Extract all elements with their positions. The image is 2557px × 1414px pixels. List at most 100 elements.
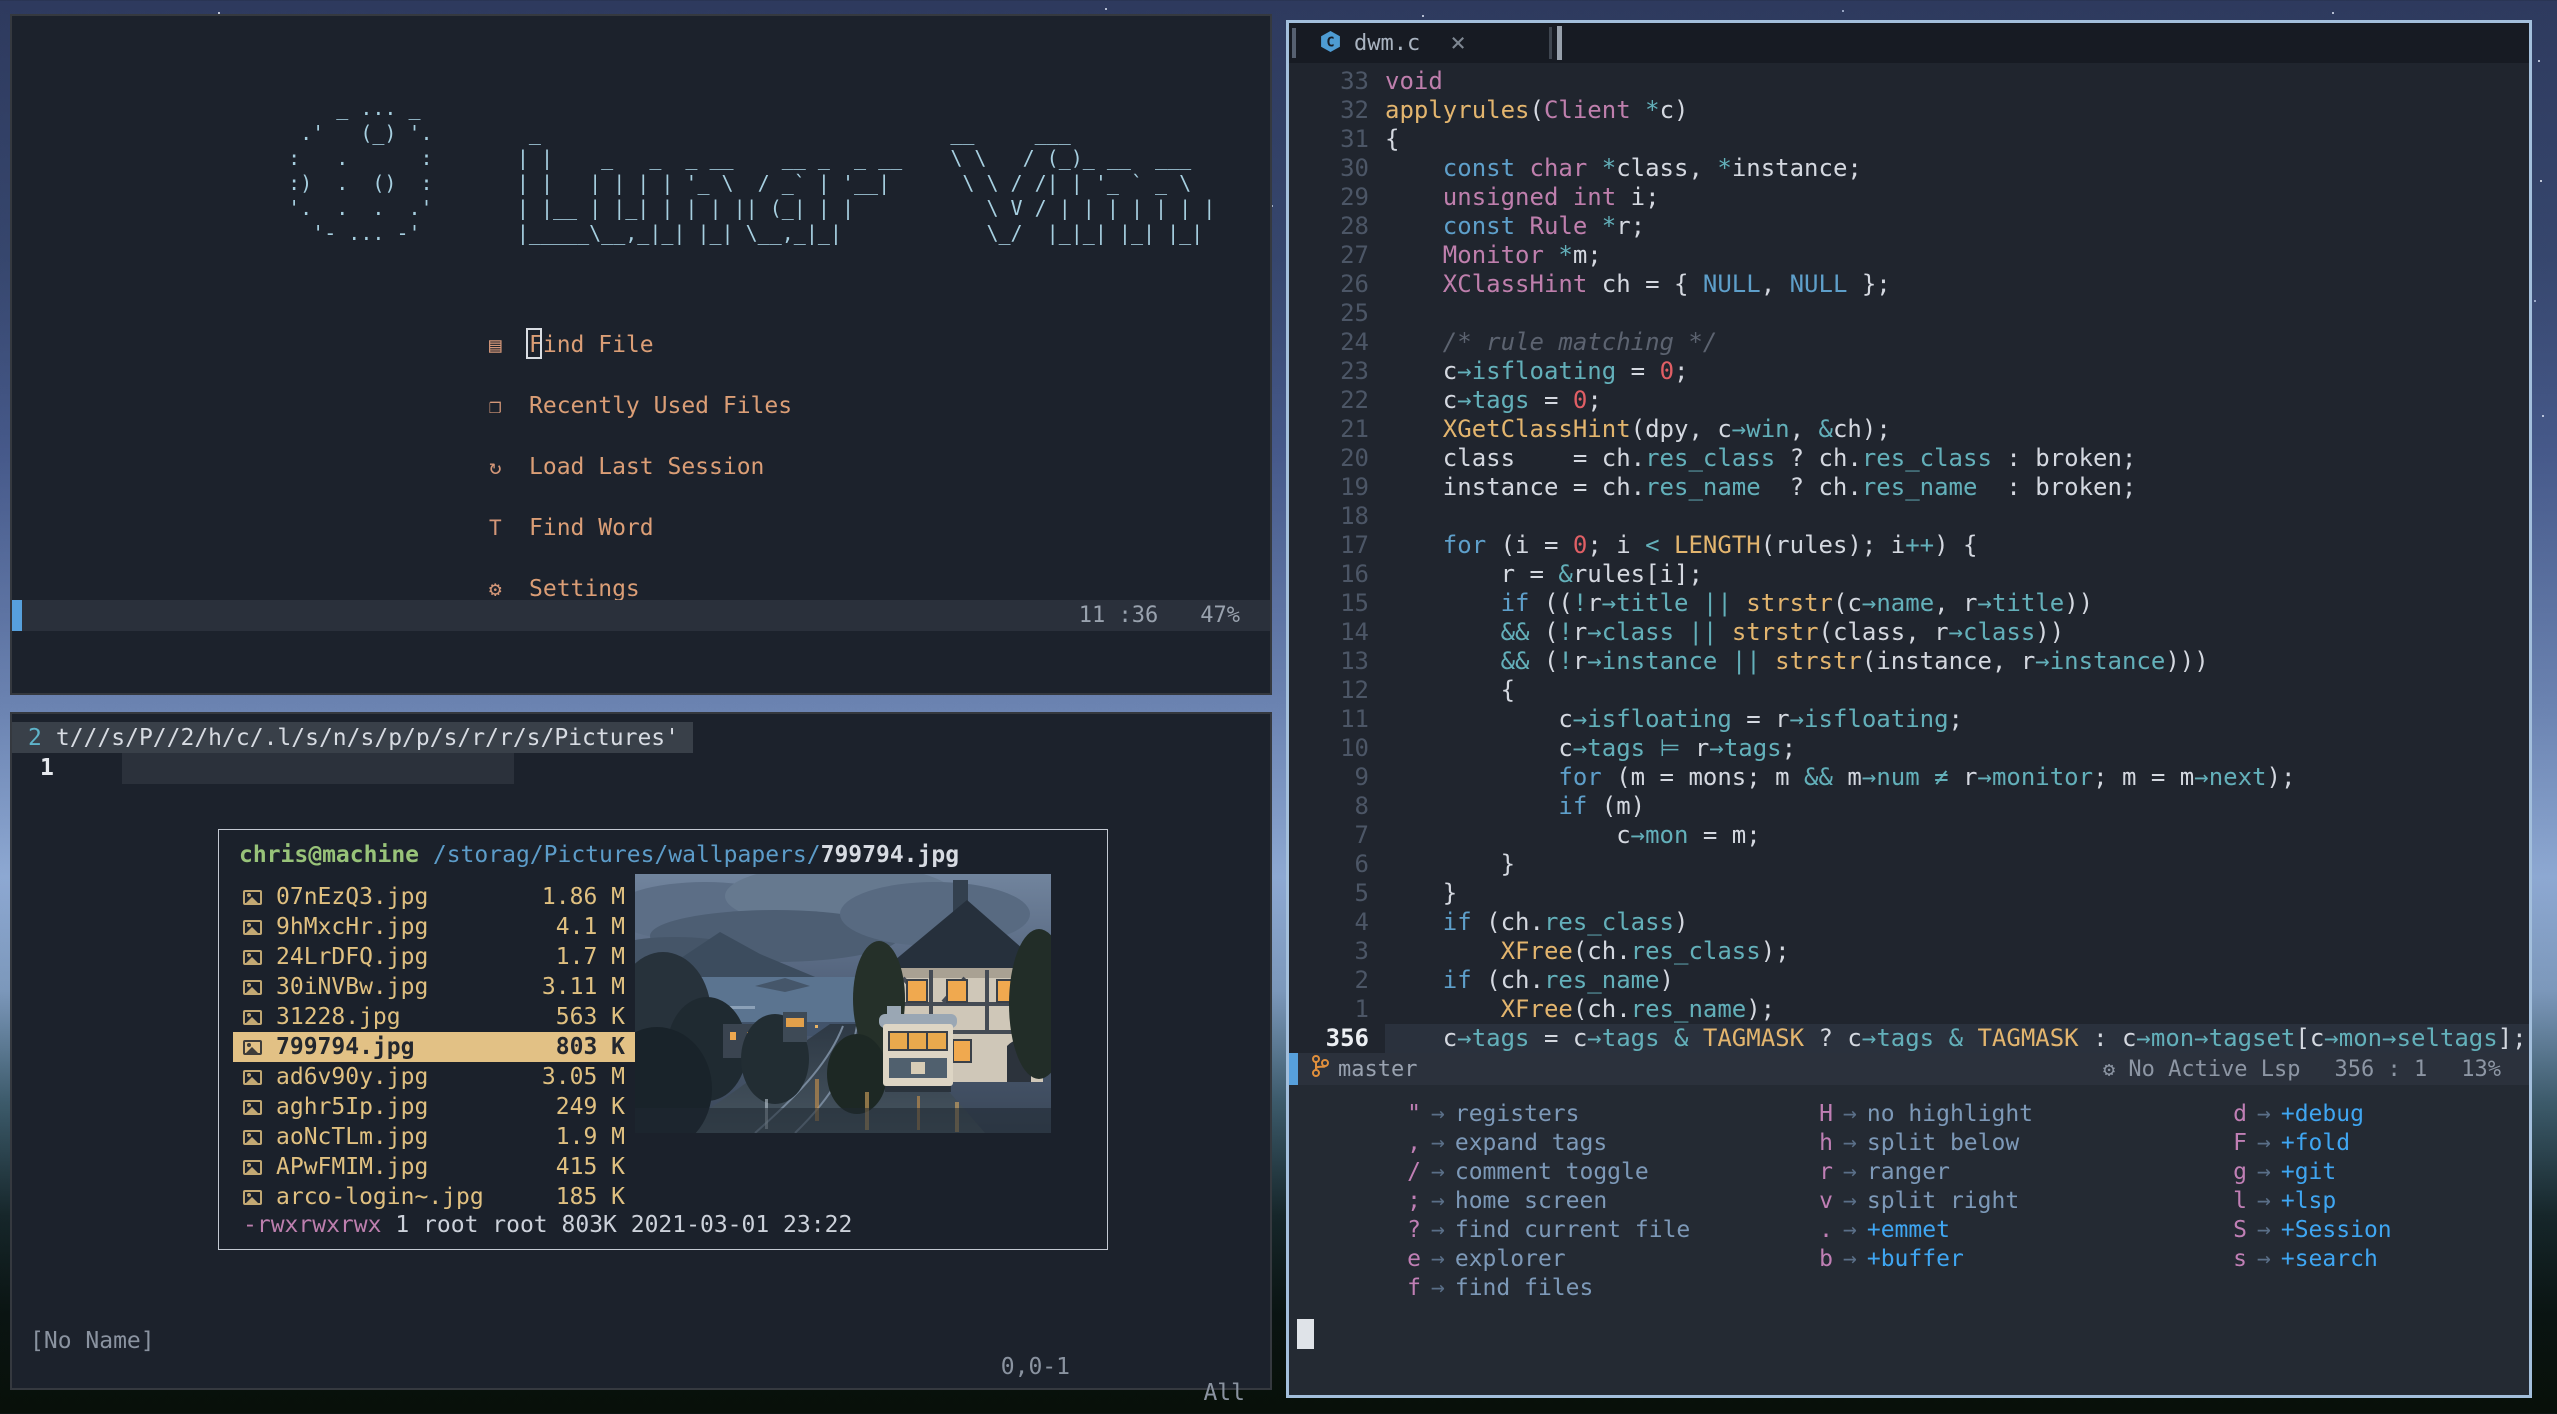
image-icon — [243, 1189, 262, 1205]
code-line[interactable]: 25 — [1289, 299, 2529, 328]
file-row[interactable]: 31228.jpg 563 K — [233, 1002, 635, 1032]
line-text: c→tags = 0; — [1385, 386, 1602, 414]
whichkey-binding: f → find files — [1377, 1273, 1690, 1302]
code-line[interactable]: 5 } — [1289, 879, 2529, 908]
file-row[interactable]: ad6v90y.jpg 3.05 M — [233, 1062, 635, 1092]
file-row[interactable]: 30iNVBw.jpg 3.11 M — [233, 972, 635, 1002]
whichkey-binding: b → +buffer — [1789, 1244, 2033, 1273]
whichkey-column-3: d → +debug F → +fold g → +git l → +lsp S → +Session s → +… — [2203, 1099, 2392, 1273]
line-number: 1 — [1354, 995, 1369, 1023]
line-number: 11 — [1340, 705, 1369, 733]
code-line[interactable]: 356 c→tags = c→tags & TAGMASK ? c→tags &… — [1289, 1024, 2529, 1053]
menu-item-label: Find File — [529, 331, 654, 358]
whichkey-label: +search — [2280, 1245, 2378, 1272]
file-row[interactable]: 9hMxcHr.jpg 4.1 M — [233, 912, 635, 942]
arrow-right-icon: → — [1843, 1216, 1857, 1243]
dashboard-menu-item[interactable]: ⚙ Settings — [489, 574, 792, 603]
code-line[interactable]: 30 const char *class, *instance; — [1289, 154, 2529, 183]
image-icon — [243, 1099, 262, 1115]
line-text: } — [1385, 879, 1458, 907]
buffer-line-1[interactable]: 1 — [12, 753, 1270, 784]
line-text: for (m = mons; m && m→num ≠ r→monitor; m… — [1558, 763, 2296, 791]
code-line[interactable]: 26 XClassHint ch = { NULL, NULL }; — [1289, 270, 2529, 299]
dashboard-menu: ▤ Find File ❐ Recently Used Files ↻ Load Last… — [489, 330, 792, 635]
code-line[interactable]: 17 for (i = 0; i < LENGTH(rules); i++) { — [1289, 531, 2529, 560]
dashboard-menu-item[interactable]: T Find Word — [489, 513, 792, 542]
statusline-scroll-percent: 47% — [1200, 603, 1240, 628]
code-line[interactable]: 19 instance = ch.res_name ? ch.res_name … — [1289, 473, 2529, 502]
line-text: { — [1385, 125, 1400, 153]
whichkey-label: +buffer — [1866, 1245, 1964, 1272]
code-line[interactable]: 16 r = &rules[i]; — [1289, 560, 2529, 589]
code-line[interactable]: 14 && (!r→class || strstr(class, r→class… — [1289, 618, 2529, 647]
line-text: if (ch.res_class) — [1442, 908, 1689, 936]
user-host: chris@machine — [239, 842, 420, 868]
code-line[interactable]: 22 c→tags = 0; — [1289, 386, 2529, 415]
file-row[interactable]: 07nEzQ3.jpg 1.86 M — [233, 882, 635, 912]
code-line[interactable]: 13 && (!r→instance || strstr(instance, r… — [1289, 647, 2529, 676]
code-line[interactable]: 12 { — [1289, 676, 2529, 705]
whichkey-label: +Session — [2280, 1216, 2392, 1243]
code-line[interactable]: 3 XFree(ch.res_class); — [1289, 937, 2529, 966]
code-line[interactable]: 7 c→mon = m; — [1289, 821, 2529, 850]
file-name: 799794.jpg — [276, 1034, 415, 1060]
file-row[interactable]: aghr5Ip.jpg 249 K — [233, 1092, 635, 1122]
image-icon — [243, 1039, 262, 1055]
tab-dwm-c[interactable]: C dwm.c × — [1303, 23, 1482, 63]
line-number: 8 — [1354, 792, 1369, 820]
find-word-icon: T — [489, 515, 502, 540]
whichkey-binding: d → +debug — [2203, 1099, 2392, 1128]
whichkey-label: +debug — [2280, 1100, 2364, 1127]
line-number: 30 — [1340, 154, 1369, 182]
lunarvim-ascii-logo: _ ... _ .' (_) '. _ __ ___ : . : | | _ _… — [288, 96, 1216, 245]
code-line[interactable]: 11 c→isfloating = r→isfloating; — [1289, 705, 2529, 734]
close-icon[interactable]: × — [1450, 28, 1466, 58]
arrow-right-icon: → — [1843, 1100, 1857, 1127]
code-line[interactable]: 23 c→isfloating = 0; — [1289, 357, 2529, 386]
code-line[interactable]: 20 class = ch.res_class ? ch.res_class :… — [1289, 444, 2529, 473]
terminal-cursor — [1297, 1319, 1314, 1349]
dashboard-menu-item[interactable]: ↻ Load Last Session — [489, 452, 792, 481]
line-text: c→isfloating = r→isfloating; — [1385, 705, 1963, 733]
file-row[interactable]: aoNcTLm.jpg 1.9 M — [233, 1122, 635, 1152]
file-size: 1.86 M — [541, 884, 625, 910]
line-text: r = &rules[i]; — [1385, 560, 1703, 588]
file-size: 1.7 M — [555, 944, 625, 970]
line-text: c→isfloating = 0; — [1385, 357, 1689, 385]
code-line[interactable]: 32 applyrules(Client *c) — [1289, 96, 2529, 125]
code-line[interactable]: 6 } — [1289, 850, 2529, 879]
file-row[interactable]: 24LrDFQ.jpg 1.7 M — [233, 942, 635, 972]
menu-item-label: Load Last Session — [529, 453, 765, 480]
line-text: instance = ch.res_name ? ch.res_name : b… — [1385, 473, 2137, 501]
code-line[interactable]: 21 XGetClassHint(dpy, c→win, &ch); — [1289, 415, 2529, 444]
code-line[interactable]: 33 void — [1289, 67, 2529, 96]
code-line[interactable]: 4 if (ch.res_class) — [1289, 908, 2529, 937]
code-line[interactable]: 24 /* rule matching */ — [1289, 328, 2529, 357]
file-row[interactable]: arco-login~.jpg 185 K — [233, 1182, 635, 1212]
file-row[interactable]: APwFMIM.jpg 415 K — [233, 1152, 635, 1182]
line-number: 24 — [1340, 328, 1369, 356]
selected-filename: 799794.jpg — [820, 842, 960, 868]
file-size: 3.11 M — [541, 974, 625, 1000]
code-line[interactable]: 15 if ((!r→title || strstr(c→name, r→tit… — [1289, 589, 2529, 618]
dashboard-statusline: 11 :36 47% — [12, 600, 1270, 631]
code-line[interactable]: 2 if (ch.res_name) — [1289, 966, 2529, 995]
file-name: ad6v90y.jpg — [276, 1064, 429, 1090]
code-line[interactable]: 28 const Rule *r; — [1289, 212, 2529, 241]
code-line[interactable]: 18 — [1289, 502, 2529, 531]
whichkey-key: . — [1819, 1216, 1833, 1243]
code-line[interactable]: 31 { — [1289, 125, 2529, 154]
dashboard-menu-item[interactable]: ❐ Recently Used Files — [489, 391, 792, 420]
code-line[interactable]: 29 unsigned int i; — [1289, 183, 2529, 212]
code-line[interactable]: 27 Monitor *m; — [1289, 241, 2529, 270]
file-name: 31228.jpg — [276, 1004, 401, 1030]
arrow-right-icon: → — [1843, 1129, 1857, 1156]
file-row[interactable]: 799794.jpg 803 K — [233, 1032, 635, 1062]
code-line[interactable]: 9 for (m = mons; m && m→num ≠ r→monitor;… — [1289, 763, 2529, 792]
buffer-line-2[interactable]: 2 t///s/P//2/h/c/.l/s/n/s/p/p/s/r/r/s/Pic… — [12, 722, 693, 753]
line-number: 10 — [1340, 734, 1369, 762]
code-line[interactable]: 1 XFree(ch.res_name); — [1289, 995, 2529, 1024]
code-line[interactable]: 8 if (m) — [1289, 792, 2529, 821]
code-line[interactable]: 10 c→tags ⊨ r→tags; — [1289, 734, 2529, 763]
whichkey-label: explorer — [1454, 1245, 1566, 1272]
